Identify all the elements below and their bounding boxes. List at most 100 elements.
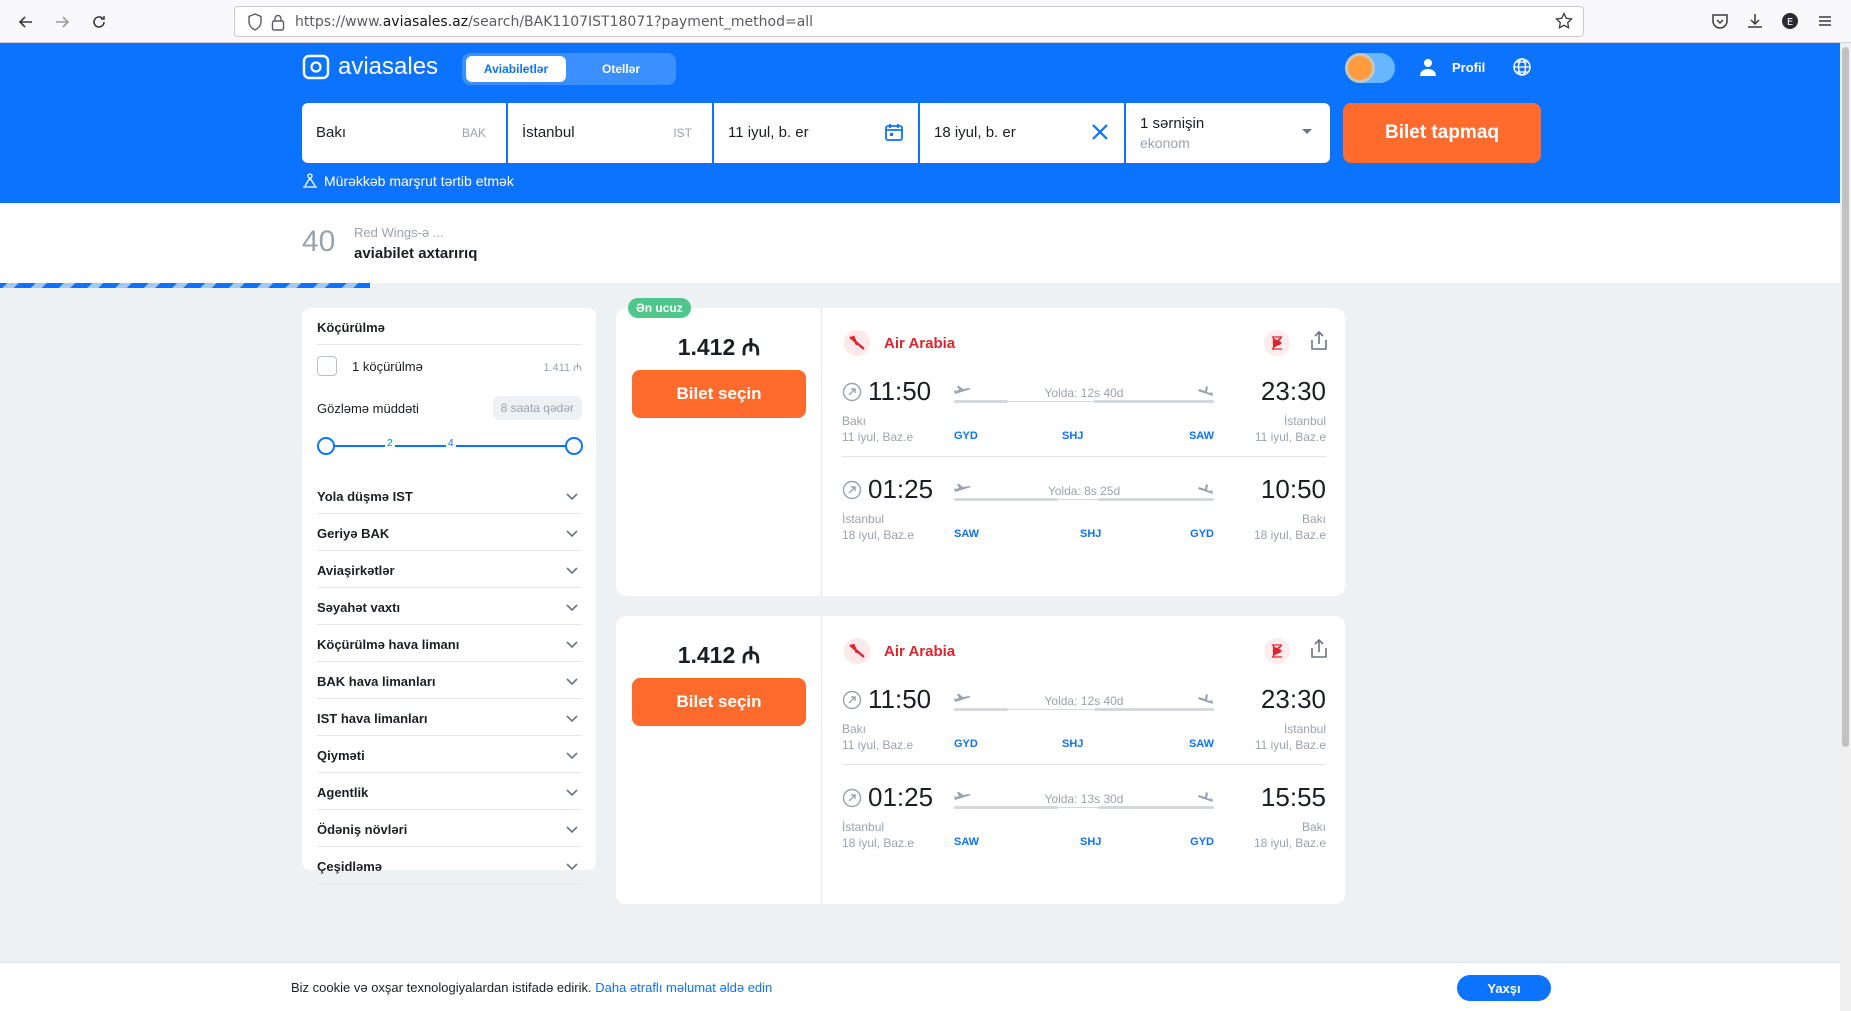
arrival-time: 23:30 [1260, 684, 1326, 714]
destination-field[interactable]: İstanbul IST [508, 103, 712, 163]
chevron-down-icon [566, 678, 578, 686]
passengers-value: 1 sərnişin [1140, 115, 1205, 132]
site-header: aviasales Aviabiletlər Otellər Profil Ba… [0, 43, 1840, 203]
departure-date: 18 iyul, Baz.e [842, 836, 915, 850]
filters-panel: Köçürülmə 1 köçürülmə 1.411 ₼ Gözləmə mü… [302, 308, 596, 884]
aviasales-logo-icon [302, 54, 330, 80]
filter-section[interactable]: Agentlik [317, 773, 581, 810]
share-icon[interactable] [1308, 330, 1330, 352]
pocket-icon[interactable] [1710, 11, 1730, 31]
theme-toggle[interactable] [1345, 53, 1395, 83]
select-ticket-button[interactable]: Bilet seçin [632, 678, 806, 726]
user-icon [1420, 59, 1436, 76]
ticket-card: 1.412 ₼ Bilet seçin Air Arabia 11:50 23:30 Ba… [616, 616, 1345, 904]
ticket-price: 1.412 ₼ [677, 642, 761, 668]
find-tickets-button[interactable]: Bilet tapmaq [1343, 103, 1541, 163]
chevron-down-icon [566, 715, 578, 723]
cookie-banner: Biz cookie və oxşar texnologiyalardan is… [0, 962, 1840, 1011]
filter-section[interactable]: Aviaşirkətlər [317, 551, 581, 588]
one-transfer-checkbox[interactable] [317, 356, 337, 376]
filter-section[interactable]: Çeşidləmə [317, 847, 581, 884]
forward-icon[interactable] [49, 9, 75, 35]
menu-icon[interactable] [1815, 11, 1835, 31]
filter-section[interactable]: Ödəniş növləri [317, 810, 581, 847]
filter-section[interactable]: Səyahət vaxtı [317, 588, 581, 625]
complex-route-link[interactable]: Mürəkkəb marşrut tərtib etmək [302, 173, 514, 189]
back-icon[interactable] [13, 9, 39, 35]
cookie-ok-button[interactable]: Yaxşı [1457, 975, 1551, 1001]
slider-handle-max[interactable] [565, 437, 583, 455]
price-column: 1.412 ₼ Bilet seçin [616, 308, 822, 596]
product-tabs: Aviabiletlər Otellər [462, 53, 676, 85]
tab-hotels[interactable]: Otellər [570, 56, 672, 82]
airport-code: SAW [954, 836, 980, 848]
price-column: 1.412 ₼ Bilet seçin [616, 616, 822, 904]
flight-duration: Yolda: 12s 40d [1044, 386, 1124, 400]
reload-icon[interactable] [86, 9, 112, 35]
divider [842, 764, 1326, 765]
globe-icon[interactable] [1512, 57, 1532, 77]
results-count: 40 [302, 225, 336, 258]
progress-stripes [0, 283, 370, 288]
filter-section-label: Agentlik [317, 785, 369, 800]
filter-section[interactable]: Qiyməti [317, 736, 581, 773]
airport-code: GYD [954, 430, 978, 442]
select-ticket-button[interactable]: Bilet seçin [632, 370, 806, 418]
address-bar[interactable]: https://www.aviasales.az/search/BAK1107I… [234, 6, 1584, 37]
destination-code: IST [673, 126, 692, 140]
wait-duration-label: Gözləmə müddəti [317, 401, 419, 416]
layover-line [1008, 709, 1094, 710]
filter-section-label: BAK hava limanları [317, 674, 436, 689]
bookmark-star-icon[interactable] [1555, 12, 1573, 30]
departure-city: İstanbul [842, 820, 885, 834]
account-avatar-icon[interactable]: E [1780, 11, 1800, 31]
airport-code: GYD [1190, 836, 1214, 848]
logo[interactable]: aviasales [302, 53, 438, 81]
airport-code: GYD [1190, 528, 1214, 540]
url-text: https://www.aviasales.az/search/BAK1107I… [295, 14, 813, 30]
airline: Air Arabia [844, 638, 955, 664]
lock-icon[interactable] [271, 13, 285, 31]
share-icon[interactable] [1308, 638, 1330, 660]
cookie-more-link[interactable]: Daha ətraflı məlumat əldə edin [595, 980, 772, 995]
filter-section[interactable]: Yola düşmə IST [317, 477, 581, 514]
slider-handle-min[interactable] [317, 437, 335, 455]
leg-bar [954, 498, 1058, 501]
passengers-field[interactable]: 1 sərnişin ekonom [1126, 103, 1330, 163]
filter-section-label: Çeşidləmə [317, 859, 383, 874]
chevron-down-icon [566, 826, 578, 834]
cookie-message: Biz cookie və oxşar texnologiyalardan is… [291, 980, 592, 995]
searching-title: aviabilet axtarırıq [354, 245, 478, 262]
filter-section[interactable]: Geriyə BAK [317, 514, 581, 551]
arrival-date: 11 iyul, Baz.e [1254, 430, 1326, 444]
route-timeline: Yolda: 12s 40d GYD SHJ SAW [954, 686, 1214, 756]
filter-section[interactable]: BAK hava limanları [317, 662, 581, 699]
chevron-down-icon [566, 752, 578, 760]
arrival-city: İstanbul [1283, 722, 1326, 736]
shield-icon[interactable] [247, 13, 263, 31]
wait-duration-slider[interactable]: 2 4 [317, 436, 583, 456]
departure-time: 01:25 [868, 782, 934, 812]
return-date-field[interactable]: 18 iyul, b. er [920, 103, 1124, 163]
airline-logo-icon [844, 638, 870, 664]
searching-agency: Red Wings-ə ... [354, 225, 444, 240]
search-progress: 40 Red Wings-ə ... aviabilet axtarırıq [0, 203, 1840, 288]
clear-icon[interactable] [1090, 122, 1110, 142]
flight-duration: Yolda: 12s 40d [1044, 694, 1124, 708]
route-timeline: Yolda: 12s 40d GYD SHJ SAW [954, 378, 1214, 448]
filter-section[interactable]: Köçürülmə hava limanı [317, 625, 581, 662]
filter-section-label: Qiyməti [317, 748, 365, 763]
depart-date-field[interactable]: 11 iyul, b. er [714, 103, 918, 163]
tab-flights[interactable]: Aviabiletlər [466, 56, 566, 82]
calendar-icon[interactable] [884, 122, 904, 142]
url-path: /search/BAK1107IST18071?payment_method=a… [468, 14, 814, 30]
filter-section[interactable]: IST hava limanları [317, 699, 581, 736]
origin-field[interactable]: Bakı BAK [302, 103, 506, 163]
flight-duration: Yolda: 13s 30d [1044, 792, 1124, 806]
scrollbar-thumb[interactable] [1842, 47, 1849, 747]
profile-link[interactable]: Profil [1418, 57, 1485, 77]
logo-text: aviasales [338, 53, 439, 80]
download-icon[interactable] [1745, 11, 1765, 31]
page-scrollbar[interactable] [1840, 43, 1851, 1011]
layover-line [1058, 499, 1098, 500]
